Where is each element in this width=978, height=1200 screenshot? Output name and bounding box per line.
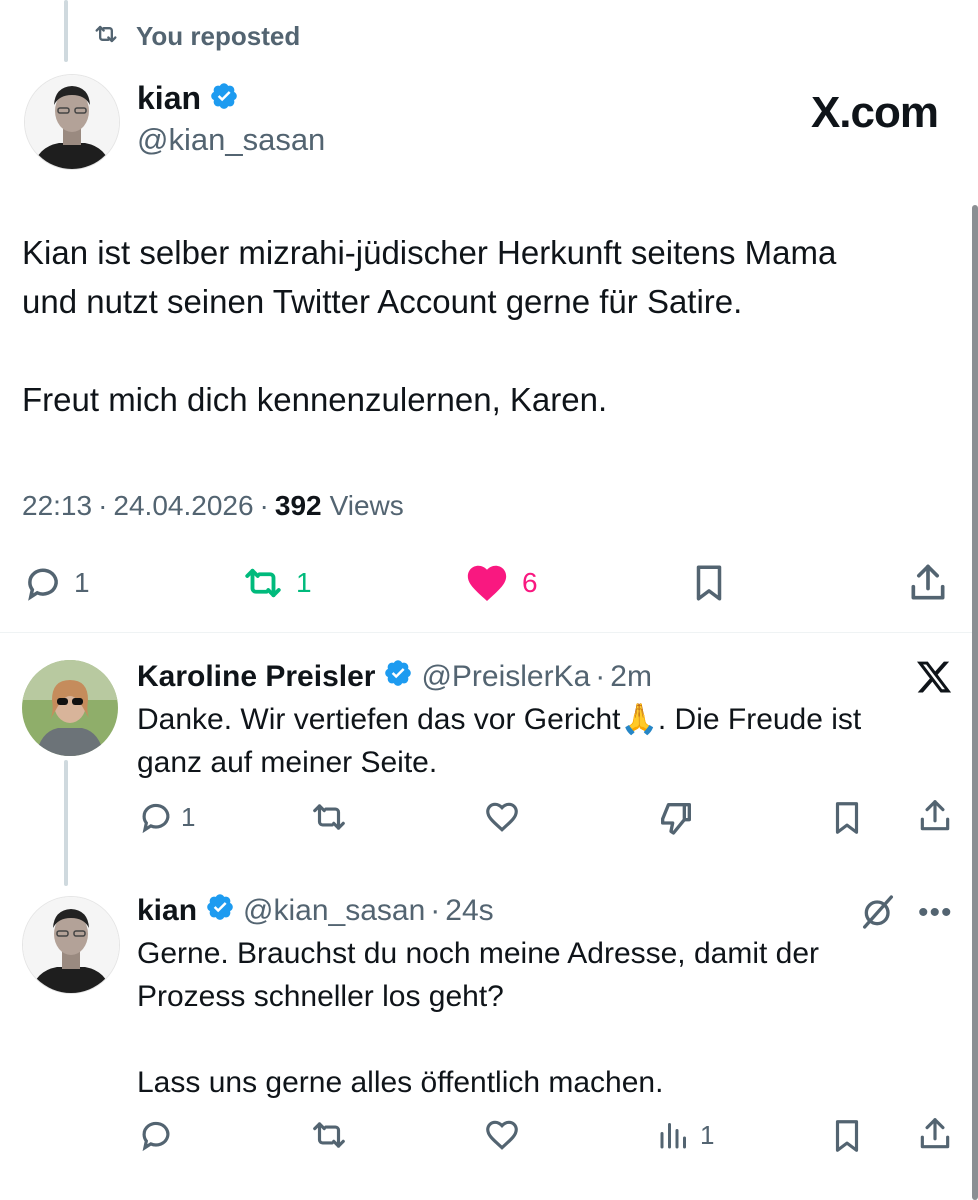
grok-icon[interactable] bbox=[858, 892, 898, 937]
repost-button[interactable]: 1 bbox=[240, 562, 312, 604]
views-count: 392 bbox=[274, 490, 322, 521]
tweet-meta: 22:13 · 24.04.2026 · 392 Views bbox=[22, 490, 404, 522]
x-logo-icon bbox=[914, 658, 954, 701]
like-button[interactable] bbox=[482, 1116, 522, 1154]
author-name[interactable]: kian bbox=[137, 80, 201, 117]
author-line: kian bbox=[137, 80, 239, 117]
tweet-time[interactable]: 22:13 bbox=[22, 490, 92, 522]
reply-count: 1 bbox=[74, 567, 90, 598]
author-handle[interactable]: @kian_sasan bbox=[137, 122, 325, 158]
avatar[interactable] bbox=[24, 74, 120, 170]
reply-author-name[interactable]: Karoline Preisler bbox=[137, 660, 375, 694]
reply-button[interactable]: 1 bbox=[137, 798, 195, 836]
thumbs-down-icon bbox=[661, 803, 691, 835]
share-icon bbox=[920, 800, 950, 831]
repost-active-icon bbox=[245, 568, 281, 598]
reply-button[interactable]: 1 bbox=[22, 562, 90, 604]
analytics-icon bbox=[660, 1123, 686, 1149]
reply-header: kian @kian_sasan · 24s bbox=[137, 892, 494, 930]
like-count: 6 bbox=[522, 567, 538, 598]
more-options-icon[interactable]: ••• bbox=[918, 896, 953, 930]
verified-badge-icon bbox=[209, 81, 239, 116]
verified-badge-icon bbox=[383, 658, 413, 696]
tweet-text: Kian ist selber mizrahi-jüdischer Herkun… bbox=[22, 234, 837, 418]
bookmark-icon bbox=[835, 1120, 859, 1152]
like-button[interactable] bbox=[482, 798, 522, 836]
reply-button[interactable] bbox=[137, 1116, 175, 1154]
reply-icon bbox=[142, 1121, 170, 1152]
bookmark-button[interactable] bbox=[688, 560, 730, 606]
dislike-button[interactable] bbox=[656, 798, 696, 838]
bookmark-button[interactable] bbox=[828, 798, 866, 838]
repost-button[interactable] bbox=[308, 798, 350, 836]
thread-line-middle bbox=[64, 760, 68, 886]
reply-author-name[interactable]: kian bbox=[137, 894, 197, 928]
reply-text: Gerne. Brauchst du noch meine Adresse, d… bbox=[137, 937, 820, 1099]
like-button[interactable]: 6 bbox=[462, 560, 538, 606]
share-button[interactable] bbox=[916, 1114, 954, 1154]
views-button[interactable]: 1 bbox=[656, 1116, 714, 1154]
share-icon bbox=[911, 564, 945, 600]
bookmark-button[interactable] bbox=[828, 1116, 866, 1156]
reply-age[interactable]: 2m bbox=[610, 660, 652, 694]
avatar[interactable] bbox=[22, 896, 120, 994]
reply-icon bbox=[28, 568, 58, 601]
reply-age[interactable]: 24s bbox=[445, 894, 493, 928]
reply-author-handle[interactable]: @PreislerKa bbox=[421, 660, 590, 694]
repost-label: You reposted bbox=[136, 21, 301, 51]
heart-icon bbox=[486, 1120, 518, 1150]
reply-header: Karoline Preisler @PreislerKa · 2m bbox=[137, 658, 652, 696]
reply-icon bbox=[142, 803, 170, 834]
repost-icon bbox=[313, 804, 345, 830]
share-button[interactable] bbox=[906, 560, 950, 606]
repost-icon bbox=[90, 20, 122, 53]
divider bbox=[0, 632, 978, 633]
heart-filled-icon bbox=[467, 565, 507, 602]
thread-line-top bbox=[64, 0, 68, 62]
repost-banner: You reposted bbox=[90, 20, 300, 53]
verified-badge-icon bbox=[205, 892, 235, 930]
bookmark-icon bbox=[696, 565, 722, 601]
heart-icon bbox=[486, 802, 518, 832]
share-button[interactable] bbox=[916, 796, 954, 836]
reply-count: 1 bbox=[181, 801, 196, 832]
scrollbar[interactable] bbox=[972, 205, 978, 1200]
views-label: Views bbox=[329, 490, 404, 521]
share-icon bbox=[920, 1118, 950, 1149]
bookmark-icon bbox=[835, 802, 859, 834]
avatar[interactable] bbox=[22, 660, 118, 756]
reply-text: Danke. Wir vertiefen das vor Gericht🙏. D… bbox=[137, 703, 862, 779]
repost-button[interactable] bbox=[308, 1116, 350, 1154]
repost-count: 1 bbox=[296, 567, 312, 598]
views-count: 1 bbox=[700, 1119, 715, 1150]
repost-icon bbox=[313, 1122, 345, 1148]
tweet-date[interactable]: 24.04.2026 bbox=[113, 490, 253, 522]
reply-author-handle[interactable]: @kian_sasan bbox=[243, 894, 425, 928]
brand-logo: X.com bbox=[810, 88, 939, 137]
